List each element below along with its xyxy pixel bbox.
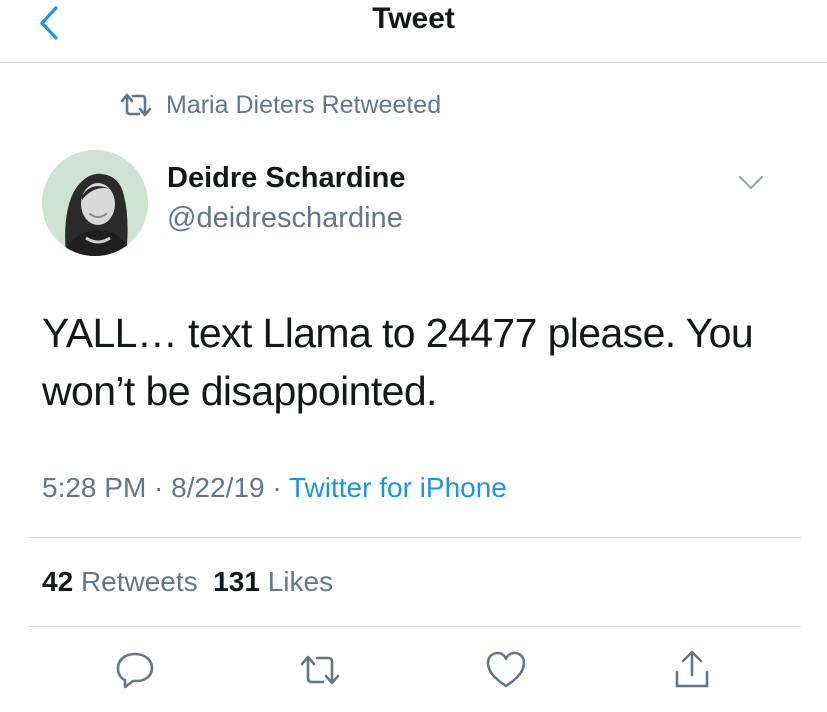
reply-button[interactable] — [113, 648, 157, 692]
share-icon — [675, 650, 709, 688]
retweets-count: 42 — [42, 566, 74, 597]
page-title: Tweet — [372, 2, 455, 35]
more-options-button[interactable] — [736, 168, 766, 196]
tweet-date: 8/22/19 — [171, 472, 265, 503]
retweet-button[interactable] — [298, 648, 342, 692]
share-button[interactable] — [670, 648, 714, 692]
retweet-context-label: Maria Dieters Retweeted — [166, 90, 442, 119]
likes-label: Likes — [267, 566, 334, 597]
retweet-context[interactable]: Maria Dieters Retweeted — [118, 88, 441, 122]
meta-separator: · — [146, 472, 172, 503]
retweet-icon — [120, 93, 152, 117]
retweet-icon — [300, 655, 340, 685]
meta-separator: · — [264, 472, 289, 503]
retweets-stat[interactable]: 42 Retweets — [42, 566, 198, 597]
tweet-time: 5:28 PM — [42, 472, 147, 503]
divider — [28, 626, 801, 627]
tweet-meta: 5:28 PM · 8/22/19 · Twitter for iPhone — [42, 470, 507, 506]
divider — [28, 537, 801, 538]
avatar[interactable] — [42, 150, 148, 256]
nav-bar: Tweet — [0, 0, 827, 63]
likes-stat[interactable]: 131 Likes — [213, 566, 333, 597]
likes-count: 131 — [213, 566, 260, 597]
author-display-name[interactable]: Deidre Schardine — [167, 160, 406, 196]
like-button[interactable] — [484, 648, 528, 692]
chevron-down-icon — [738, 175, 764, 190]
reply-icon — [116, 652, 154, 689]
tweet-text: YALL… text Llama to 24477 please. You wo… — [42, 310, 754, 414]
tweet-source-link[interactable]: Twitter for iPhone — [289, 472, 507, 503]
retweets-label: Retweets — [80, 566, 198, 597]
avatar-image — [42, 150, 148, 256]
like-icon — [486, 651, 526, 688]
author-handle[interactable]: @deidreschardine — [167, 200, 403, 236]
tweet-stats: 42 Retweets 131 Likes — [42, 564, 333, 600]
